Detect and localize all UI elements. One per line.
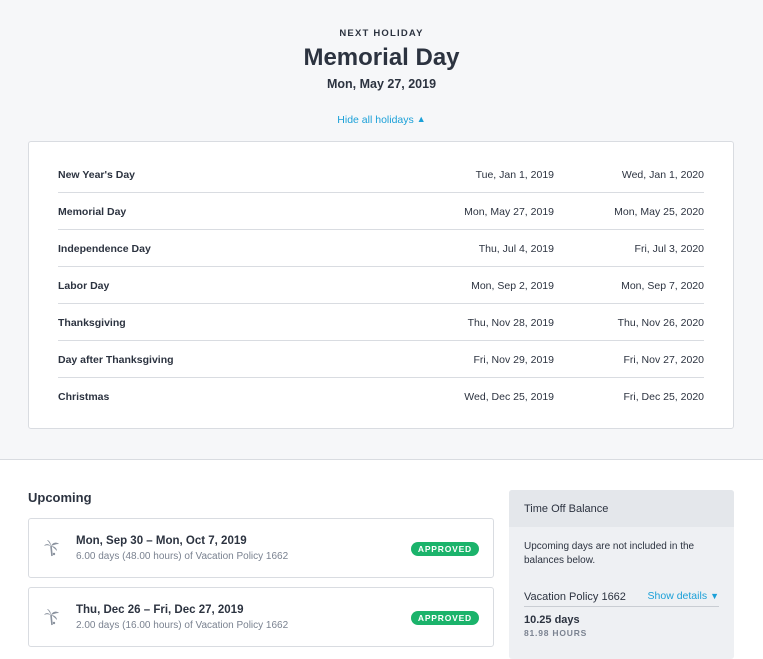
holiday-date-2019: Mon, Sep 2, 2019: [471, 280, 554, 292]
next-holiday-section: NEXT HOLIDAY Memorial Day Mon, May 27, 2…: [0, 0, 763, 460]
holiday-date-2020: Mon, Sep 7, 2020: [621, 280, 704, 292]
next-holiday-date: Mon, May 27, 2019: [326, 77, 437, 91]
show-details-label: Show details: [647, 590, 708, 602]
holiday-date-2020: Wed, Jan 1, 2020: [621, 169, 704, 181]
hide-all-holidays-label: Hide all holidays: [337, 114, 414, 126]
holiday-row: Labor Day Mon, Sep 2, 2019 Mon, Sep 7, 2…: [58, 267, 704, 304]
balance-title: Time Off Balance: [524, 503, 609, 515]
holiday-name: New Year's Day: [58, 169, 136, 181]
balance-divider: [524, 606, 719, 607]
balance-header: Time Off Balance: [509, 490, 734, 527]
holiday-date-2019: Thu, Nov 28, 2019: [467, 317, 554, 329]
holiday-row: Christmas Wed, Dec 25, 2019 Fri, Dec 25,…: [58, 378, 704, 415]
upcoming-title: Upcoming: [28, 490, 92, 505]
balance-days: 10.25 days: [524, 614, 580, 626]
holiday-name: Christmas: [58, 391, 110, 403]
approved-badge: APPROVED: [410, 542, 479, 556]
palm-tree-icon: [44, 609, 59, 626]
holiday-date-2020: Fri, Jul 3, 2020: [634, 243, 704, 255]
holiday-date-2020: Mon, May 25, 2020: [614, 206, 704, 218]
holiday-date-2020: Fri, Dec 25, 2020: [623, 391, 704, 403]
holiday-date-2019: Thu, Jul 4, 2019: [478, 243, 554, 255]
time-off-balance-panel: Time Off Balance Upcoming days are not i…: [509, 490, 734, 659]
next-holiday-eyebrow: NEXT HOLIDAY: [339, 28, 424, 39]
holiday-row: Thanksgiving Thu, Nov 28, 2019 Thu, Nov …: [58, 304, 704, 341]
holiday-date-2019: Fri, Nov 29, 2019: [473, 354, 554, 366]
hide-all-holidays-link[interactable]: Hide all holidays ▲: [0, 114, 763, 126]
holiday-date-2019: Mon, May 27, 2019: [464, 206, 554, 218]
request-dates: Mon, Sep 30 – Mon, Oct 7, 2019: [76, 535, 247, 547]
balance-note: Upcoming days are not included in the ba…: [524, 541, 695, 566]
holiday-row: Memorial Day Mon, May 27, 2019 Mon, May …: [58, 193, 704, 230]
palm-tree-icon: [44, 540, 59, 557]
holiday-name: Thanksgiving: [58, 317, 126, 329]
time-off-request-card[interactable]: Mon, Sep 30 – Mon, Oct 7, 2019 6.00 days…: [28, 518, 494, 578]
approved-badge: APPROVED: [410, 611, 479, 625]
holiday-row: Day after Thanksgiving Fri, Nov 29, 2019…: [58, 341, 704, 378]
holiday-date-2019: Wed, Dec 25, 2019: [464, 391, 554, 403]
show-details-link[interactable]: Show details ▼: [648, 590, 719, 602]
holiday-date-2020: Thu, Nov 26, 2020: [617, 317, 704, 329]
holiday-row: New Year's Day Tue, Jan 1, 2019 Wed, Jan…: [58, 156, 704, 193]
holiday-name: Memorial Day: [58, 206, 127, 218]
balance-policy-name: Vacation Policy 1662: [524, 591, 626, 603]
holiday-date-2020: Fri, Nov 27, 2020: [623, 354, 704, 366]
next-holiday-name: Memorial Day: [303, 44, 460, 71]
holiday-row: Independence Day Thu, Jul 4, 2019 Fri, J…: [58, 230, 704, 267]
balance-hours: 81.98 HOURS: [524, 628, 588, 638]
chevron-down-icon: ▼: [710, 591, 719, 601]
holiday-name: Independence Day: [58, 243, 151, 255]
holiday-name: Labor Day: [58, 280, 110, 292]
holiday-list: New Year's Day Tue, Jan 1, 2019 Wed, Jan…: [28, 141, 734, 429]
request-detail: 6.00 days (48.00 hours) of Vacation Poli…: [76, 551, 289, 562]
time-off-request-card[interactable]: Thu, Dec 26 – Fri, Dec 27, 2019 2.00 day…: [28, 587, 494, 647]
request-detail: 2.00 days (16.00 hours) of Vacation Poli…: [76, 620, 289, 631]
holiday-name: Day after Thanksgiving: [58, 354, 174, 366]
request-dates: Thu, Dec 26 – Fri, Dec 27, 2019: [76, 604, 244, 616]
chevron-up-icon: ▲: [416, 114, 426, 124]
holiday-date-2019: Tue, Jan 1, 2019: [475, 169, 554, 181]
